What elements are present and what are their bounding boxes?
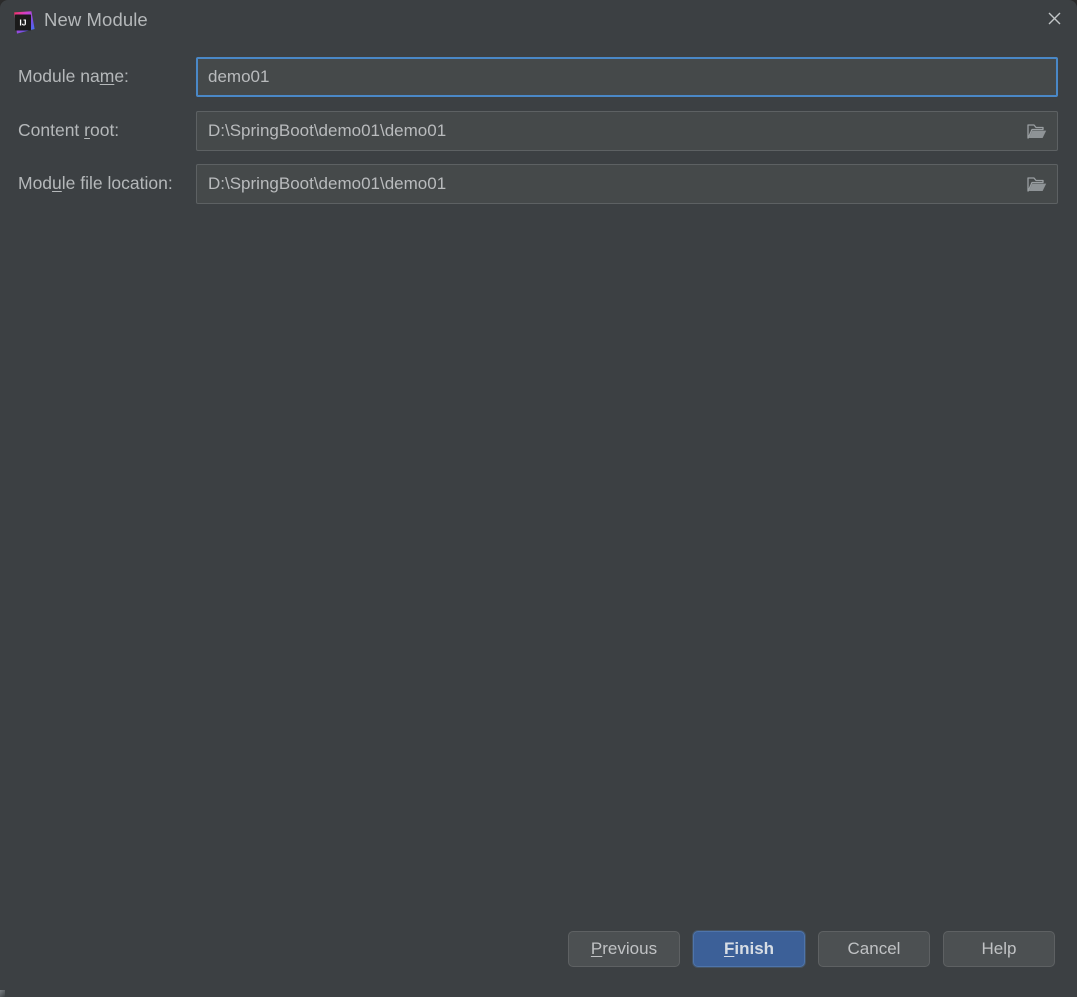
- close-button[interactable]: [1031, 0, 1077, 36]
- content-root-input[interactable]: D:\SpringBoot\demo01\demo01: [196, 111, 1058, 151]
- folder-icon: [1026, 123, 1048, 140]
- module-file-location-value: D:\SpringBoot\demo01\demo01: [208, 174, 447, 193]
- label-module-file-location: Module file location:: [18, 172, 173, 194]
- label-content-root: Content root:: [18, 119, 119, 141]
- intellij-idea-icon: IJ: [11, 10, 36, 35]
- label-text-before: Mod: [18, 173, 53, 193]
- label-text-before: Content: [18, 120, 85, 140]
- field-wrap-content-root: D:\SpringBoot\demo01\demo01: [196, 111, 1058, 151]
- svg-text:IJ: IJ: [19, 17, 26, 27]
- module-name-value: demo01: [208, 67, 270, 86]
- form-row-module-file-location: Module file location: D:\SpringBoot\demo…: [0, 164, 1077, 204]
- dialog-titlebar: IJ New Module: [0, 0, 1077, 45]
- label-text-after: oot:: [89, 120, 120, 140]
- previous-button[interactable]: Previous: [568, 931, 680, 967]
- module-name-input[interactable]: demo01: [196, 57, 1058, 97]
- button-label-before: Help: [981, 939, 1017, 958]
- finish-button[interactable]: Finish: [693, 931, 805, 967]
- module-file-location-input[interactable]: D:\SpringBoot\demo01\demo01: [196, 164, 1058, 204]
- cancel-button[interactable]: Cancel: [818, 931, 930, 967]
- folder-icon: [1026, 176, 1048, 193]
- label-module-name: Module name:: [18, 65, 129, 87]
- button-label-before: Cancel: [847, 939, 901, 958]
- dialog-button-bar: Previous Finish Cancel Help: [568, 931, 1055, 967]
- content-root-browse-button[interactable]: [1017, 112, 1057, 150]
- dialog-footer: Previous Finish Cancel Help: [0, 923, 1077, 997]
- button-label-after: inish: [734, 939, 775, 958]
- label-text-after: e:: [114, 66, 129, 86]
- button-mnemonic: P: [590, 939, 603, 958]
- button-label-after: revious: [602, 939, 658, 958]
- label-mnemonic: u: [52, 173, 62, 193]
- button-mnemonic: F: [723, 939, 735, 958]
- form-row-module-name: Module name: demo01: [0, 57, 1077, 97]
- new-module-dialog: IJ New Module Module name: demo01 Conten…: [0, 0, 1077, 997]
- form-row-content-root: Content root: D:\SpringBoot\demo01\demo0…: [0, 111, 1077, 151]
- dialog-title: New Module: [44, 9, 148, 30]
- label-mnemonic: m: [99, 66, 115, 86]
- field-wrap-module-file-location: D:\SpringBoot\demo01\demo01: [196, 164, 1058, 204]
- label-text-before: Module na: [18, 66, 100, 86]
- content-root-value: D:\SpringBoot\demo01\demo01: [208, 121, 447, 140]
- module-file-location-browse-button[interactable]: [1017, 165, 1057, 203]
- label-text-after: le file location:: [61, 173, 173, 193]
- help-button[interactable]: Help: [943, 931, 1055, 967]
- field-wrap-module-name: demo01: [196, 57, 1058, 97]
